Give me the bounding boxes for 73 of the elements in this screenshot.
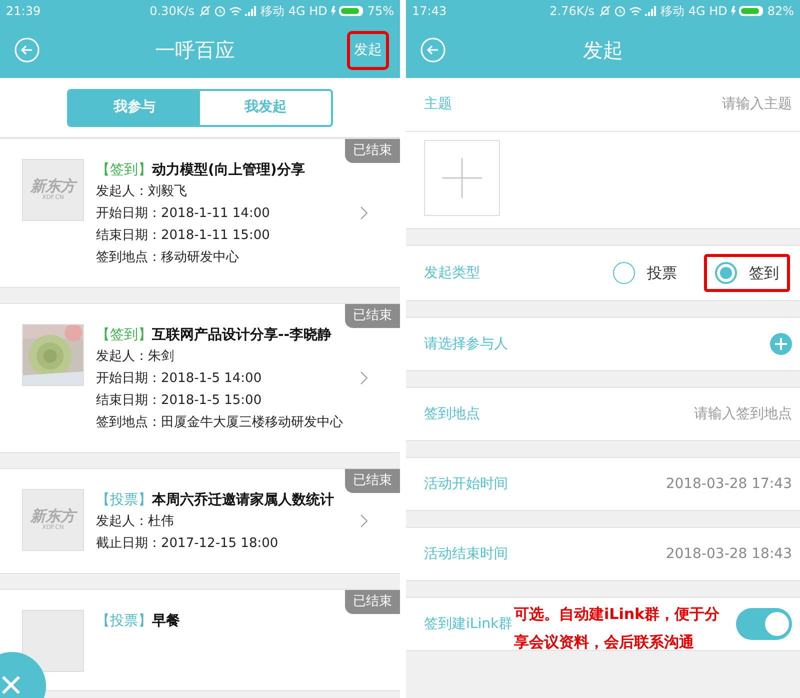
event-detail: 结束日期：2018-1-5 15:00 <box>96 392 263 410</box>
add-image-button[interactable] <box>424 140 500 216</box>
screen-title: 一呼百应 <box>154 37 236 64</box>
event-detail: 签到地点：田厦金牛大厦三楼移动研发中心 <box>96 414 344 432</box>
text-field[interactable]: 请输入签到地点 <box>480 404 792 424</box>
network-speed: 2.76K/s <box>550 3 594 20</box>
logo-text: 新东方 <box>30 509 76 524</box>
radio-label: 签到 <box>749 262 779 284</box>
event-title: 【签到】动力模型(向上管理)分享 <box>96 160 306 180</box>
field-label: 请选择参与人 <box>424 334 508 354</box>
toggle-switch[interactable] <box>736 608 792 640</box>
battery-percent: 82% <box>767 3 794 20</box>
event-detail: 发起人：刘毅飞 <box>96 183 188 201</box>
plus-icon <box>775 338 787 350</box>
clock: 21:39 <box>6 3 41 20</box>
status-tag: 已结束 <box>345 469 400 492</box>
logo-text: 新东方 <box>30 179 76 194</box>
carrier-label: 移动 4G HD <box>660 3 728 20</box>
event-detail: 截止日期：2017-12-15 18:00 <box>96 535 280 553</box>
input-row[interactable]: 签到地点 请输入签到地点 <box>406 387 800 441</box>
signal-icon <box>244 6 256 16</box>
radio-label: 投票 <box>647 262 677 284</box>
field-value[interactable]: 2018-03-28 17:43 <box>666 474 792 494</box>
back-icon[interactable] <box>14 37 40 63</box>
battery-icon <box>731 5 766 17</box>
mute-icon <box>598 5 610 17</box>
text-field[interactable]: 请输入主题 <box>452 94 792 115</box>
event-detail: 发起人：朱剑 <box>96 348 175 366</box>
signal-icon <box>644 6 656 16</box>
event-title: 【投票】早餐 <box>96 612 181 631</box>
mute-icon <box>198 5 210 17</box>
plus-icon <box>442 158 482 198</box>
event-detail: 结束日期：2018-1-11 15:00 <box>96 227 271 245</box>
chevron-right-icon <box>360 514 368 528</box>
alarm-icon <box>214 5 226 17</box>
clock: 17:43 <box>412 3 447 20</box>
radio-option[interactable]: 投票 <box>602 254 688 292</box>
segment-tab[interactable]: 我参与 <box>69 90 200 124</box>
close-icon[interactable] <box>0 674 22 696</box>
annotation-note: 可选。自动建iLink群，便于分享会议资料，会后联系沟通 <box>514 604 720 653</box>
event-detail: 开始日期：2018-1-11 14:00 <box>96 205 271 223</box>
wifi-icon <box>628 6 642 16</box>
network-speed: 0.30K/s <box>150 3 194 20</box>
field-label: 签到建iLink群 <box>424 614 513 634</box>
event-detail: 签到地点：移动研发中心 <box>96 249 240 267</box>
chevron-right-icon <box>360 206 368 220</box>
field-label: 主题 <box>424 95 452 114</box>
event-title: 【投票】本周六乔迁邀请家属人数统计 <box>96 490 335 510</box>
back-icon[interactable] <box>420 37 446 63</box>
radio-option[interactable]: 签到 <box>704 254 790 292</box>
field-label: 活动结束时间 <box>424 544 508 564</box>
event-detail: 开始日期：2018-1-5 14:00 <box>96 370 263 388</box>
field-value[interactable]: 2018-03-28 18:43 <box>666 544 792 564</box>
carrier-label: 移动 4G HD <box>260 3 328 20</box>
alarm-icon <box>614 5 626 17</box>
field-label: 活动开始时间 <box>424 474 508 494</box>
status-tag: 已结束 <box>345 139 400 162</box>
event-title: 【签到】互联网产品设计分享--李晓静 <box>96 326 333 345</box>
battery-icon <box>331 5 366 17</box>
event-detail: 发起人：杜伟 <box>96 513 175 531</box>
add-button[interactable] <box>770 333 792 355</box>
screen-title: 发起 <box>582 37 624 64</box>
field-label: 签到地点 <box>424 404 480 424</box>
input-row[interactable]: 主题 请输入主题 <box>406 78 800 132</box>
battery-percent: 75% <box>367 3 394 20</box>
status-tag: 已结束 <box>345 304 400 328</box>
event-card[interactable]: 已结束 【签到】互联网产品设计分享--李晓静 发起人：朱剑 开始日期：2018-1-5 14:00 结束日期：2018-1-5 15:00 签到地点：田厦金牛大厦三楼移动研发中心 <box>0 303 400 453</box>
logo-thumbnail <box>22 610 84 672</box>
chevron-right-icon <box>360 371 368 385</box>
field-label: 发起类型 <box>424 264 480 282</box>
wifi-icon <box>228 6 242 16</box>
event-card[interactable]: 已结束 【投票】早餐 <box>0 589 400 691</box>
status-tag: 已结束 <box>345 590 400 614</box>
